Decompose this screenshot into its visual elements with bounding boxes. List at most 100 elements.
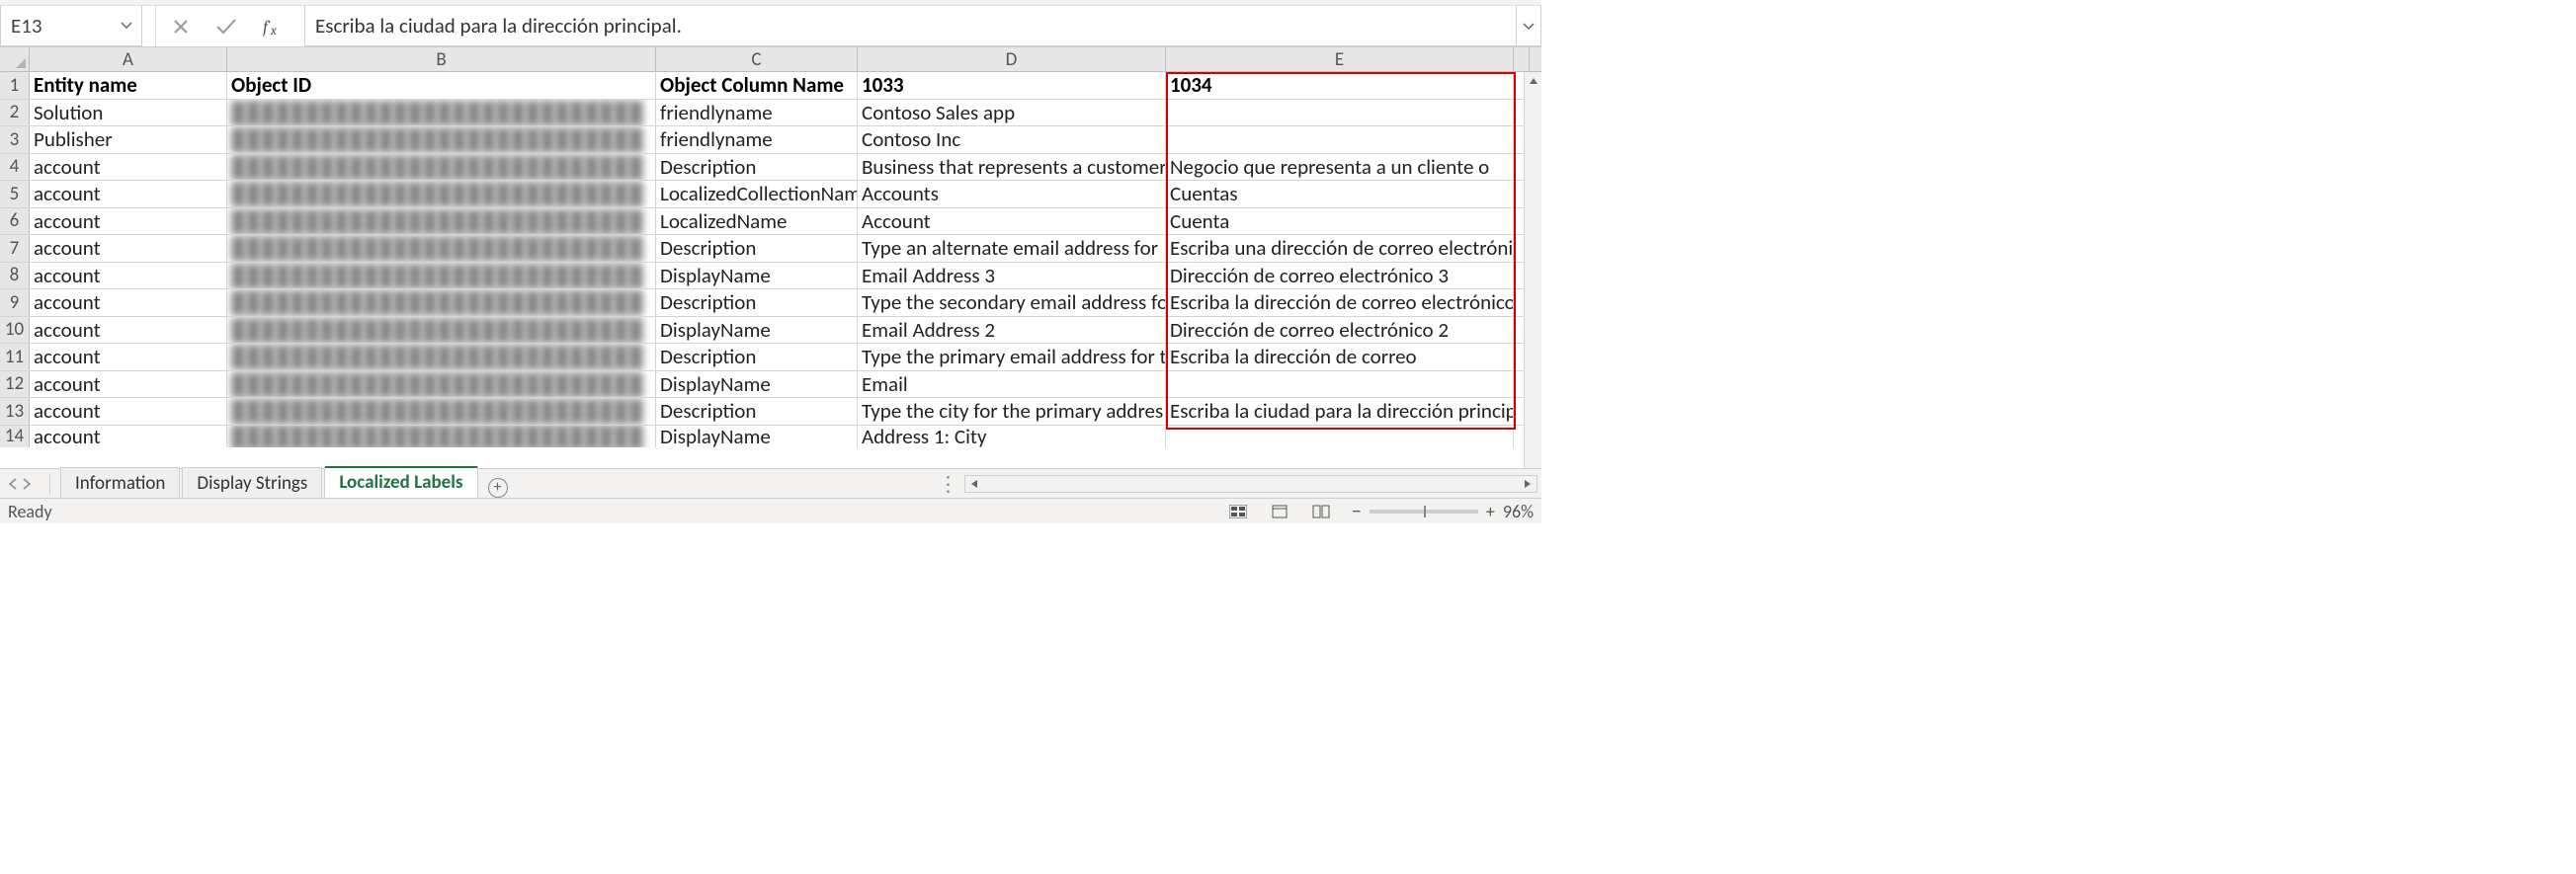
cell[interactable]: Dirección de correo electrónico 3	[1166, 263, 1514, 289]
fx-icon[interactable]: f x	[263, 17, 289, 37]
zoom-value[interactable]: 96%	[1503, 501, 1534, 522]
col-head-A[interactable]: A	[30, 47, 227, 71]
cell[interactable]: ████████████████████████████	[227, 426, 656, 447]
cell[interactable]: account	[30, 154, 227, 181]
cell[interactable]: account	[30, 263, 227, 289]
cell[interactable]: Accounts	[858, 181, 1166, 207]
cell[interactable]: Cuenta	[1166, 208, 1514, 235]
cell[interactable]: Description	[656, 289, 858, 316]
scroll-right-icon[interactable]	[1519, 476, 1537, 492]
cell[interactable]: 1033	[858, 72, 1166, 99]
cell[interactable]: account	[30, 181, 227, 207]
cell[interactable]: ████████████████████████████	[227, 289, 656, 316]
cell[interactable]: Business that represents a customer	[858, 154, 1166, 181]
scroll-up-icon[interactable]	[1525, 72, 1541, 90]
row-head[interactable]: 4	[0, 154, 30, 181]
col-head-B[interactable]: B	[227, 47, 656, 71]
cell[interactable]: Dirección de correo electrónico 2	[1166, 317, 1514, 344]
row-head[interactable]: 12	[0, 371, 30, 398]
cell[interactable]: 1034	[1166, 72, 1514, 99]
row-head[interactable]: 8	[0, 263, 30, 289]
cell[interactable]: account	[30, 208, 227, 235]
cell[interactable]	[1166, 426, 1514, 447]
cell[interactable]: ████████████████████████████	[227, 181, 656, 207]
tab-information[interactable]: Information	[60, 467, 180, 498]
formula-bar-input[interactable]: Escriba la ciudad para la dirección prin…	[304, 6, 1516, 46]
cell[interactable]: Email	[858, 371, 1166, 398]
cell[interactable]: Account	[858, 208, 1166, 235]
cell[interactable]: Description	[656, 235, 858, 262]
cell[interactable]: friendlyname	[656, 126, 858, 153]
zoom-in-icon[interactable]: +	[1486, 501, 1495, 522]
cell[interactable]: ████████████████████████████	[227, 208, 656, 235]
cell[interactable]: DisplayName	[656, 426, 858, 447]
name-box[interactable]: E13	[0, 6, 142, 46]
row-head[interactable]: 2	[0, 100, 30, 126]
cell[interactable]: account	[30, 398, 227, 425]
chevron-down-icon[interactable]	[118, 22, 135, 30]
cell[interactable]: Escriba la dirección de correo	[1166, 344, 1514, 370]
cell[interactable]: Escriba una dirección de correo electrón…	[1166, 235, 1514, 262]
cell[interactable]: account	[30, 317, 227, 344]
cell[interactable]: Escriba la ciudad para la dirección prin…	[1166, 398, 1514, 425]
select-all-triangle[interactable]	[0, 47, 30, 71]
row-head[interactable]: 3	[0, 126, 30, 153]
cell[interactable]: DisplayName	[656, 317, 858, 344]
col-head-extra[interactable]	[1514, 47, 1530, 71]
checkmark-icon[interactable]	[215, 18, 237, 36]
row-head[interactable]: 10	[0, 317, 30, 344]
row-head[interactable]: 14	[0, 426, 30, 447]
zoom-out-icon[interactable]: −	[1352, 500, 1362, 523]
cell[interactable]: account	[30, 426, 227, 447]
scroll-left-icon[interactable]	[965, 476, 983, 492]
grip-icon[interactable]: ⋮	[938, 471, 964, 497]
cell[interactable]: Email Address 3	[858, 263, 1166, 289]
cell[interactable]: ████████████████████████████	[227, 398, 656, 425]
horizontal-scrollbar[interactable]	[964, 475, 1537, 493]
row-head[interactable]: 13	[0, 398, 30, 425]
row-head[interactable]: 5	[0, 181, 30, 207]
cell[interactable]: ████████████████████████████	[227, 235, 656, 262]
cell[interactable]	[1166, 371, 1514, 398]
cell[interactable]: ████████████████████████████	[227, 126, 656, 153]
cell[interactable]: ████████████████████████████	[227, 317, 656, 344]
col-head-D[interactable]: D	[858, 47, 1166, 71]
tab-next-icon[interactable]	[22, 478, 32, 490]
cell[interactable]: DisplayName	[656, 263, 858, 289]
expand-formula-bar-icon[interactable]	[1516, 6, 1541, 46]
cell[interactable]: Type an alternate email address for	[858, 235, 1166, 262]
cell[interactable]: Type the primary email address for t	[858, 344, 1166, 370]
cell[interactable]: Type the secondary email address fo	[858, 289, 1166, 316]
view-normal-icon[interactable]	[1225, 502, 1251, 521]
col-head-E[interactable]: E	[1166, 47, 1514, 71]
cell[interactable]: ████████████████████████████	[227, 154, 656, 181]
view-page-layout-icon[interactable]	[1267, 502, 1292, 521]
tab-display-strings[interactable]: Display Strings	[182, 467, 322, 498]
row-head[interactable]: 1	[0, 72, 30, 99]
cell[interactable]: Description	[656, 154, 858, 181]
cell[interactable]: Cuentas	[1166, 181, 1514, 207]
tab-prev-icon[interactable]	[8, 478, 18, 490]
cell[interactable]: Escriba la dirección de correo electróni…	[1166, 289, 1514, 316]
row-head[interactable]: 6	[0, 208, 30, 235]
cell[interactable]: Negocio que representa a un cliente o	[1166, 154, 1514, 181]
cell[interactable]: Description	[656, 344, 858, 370]
vertical-scrollbar[interactable]	[1524, 72, 1541, 468]
cell[interactable]: ████████████████████████████	[227, 263, 656, 289]
cell[interactable]: Contoso Sales app	[858, 100, 1166, 126]
cell[interactable]: LocalizedName	[656, 208, 858, 235]
zoom-slider[interactable]	[1370, 510, 1478, 514]
cell[interactable]: Email Address 2	[858, 317, 1166, 344]
grip-icon[interactable]	[142, 6, 156, 46]
cell[interactable]: account	[30, 289, 227, 316]
cell[interactable]: Publisher	[30, 126, 227, 153]
cell[interactable]: Contoso Inc	[858, 126, 1166, 153]
view-page-break-icon[interactable]	[1308, 502, 1334, 521]
cell[interactable]: account	[30, 371, 227, 398]
cell[interactable]: Object Column Name	[656, 72, 858, 99]
row-head[interactable]: 9	[0, 289, 30, 316]
col-head-C[interactable]: C	[656, 47, 858, 71]
cell[interactable]	[1166, 126, 1514, 153]
row-head[interactable]: 11	[0, 344, 30, 370]
cell[interactable]: Address 1: City	[858, 426, 1166, 447]
